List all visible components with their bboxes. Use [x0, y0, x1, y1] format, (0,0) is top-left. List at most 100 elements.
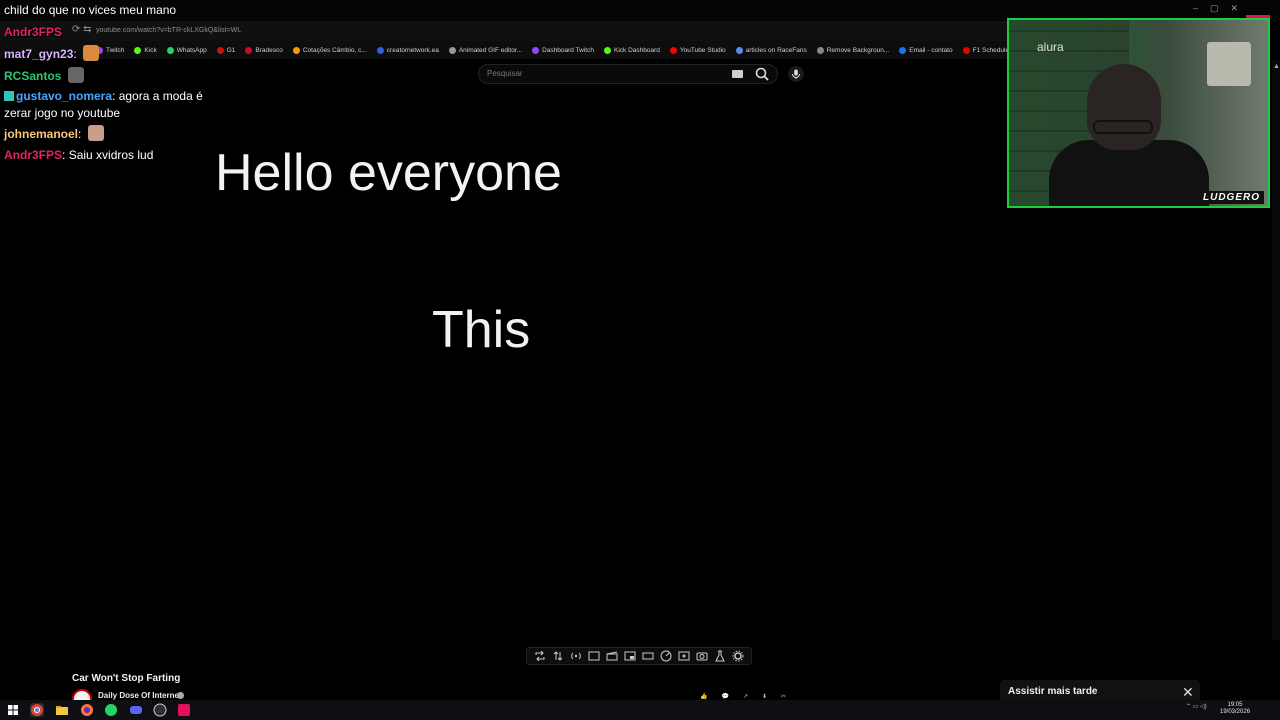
bookmark-label: YouTube Studio — [679, 46, 726, 54]
keyboard-icon[interactable] — [732, 70, 743, 78]
bookmark-label: F1 Schedule 2026 — [972, 46, 1010, 54]
add-to-queue-icon[interactable] — [677, 649, 691, 663]
chrome-taskbar-item[interactable] — [30, 703, 44, 717]
chrome-icon — [31, 704, 43, 716]
verified-icon — [177, 692, 184, 699]
kick-icon — [134, 46, 142, 54]
windows-taskbar — [0, 700, 1280, 720]
bookmark-label: Cotações Câmbio, c... — [302, 46, 367, 54]
bookmark-item[interactable]: creatornetwork.ea — [376, 46, 439, 54]
webcam-overlay: alura LUDGERO — [1007, 18, 1270, 208]
bookmark-label: Bradesco — [255, 46, 283, 54]
page-scrollbar[interactable] — [1272, 60, 1280, 640]
player-controls — [526, 647, 752, 665]
bookmark-item[interactable]: Twitch — [96, 46, 124, 54]
theater-icon[interactable] — [641, 649, 655, 663]
bookmark-item[interactable]: WhatsApp — [166, 46, 207, 54]
bookmark-item[interactable]: G1 — [216, 46, 235, 54]
screenshot-icon[interactable] — [587, 649, 601, 663]
video-caption-line-2: This — [432, 301, 531, 359]
chat-username: Andr3FPS — [4, 148, 63, 162]
bookmark-label: Remove Backgroun... — [826, 46, 890, 54]
clapper-icon[interactable] — [605, 649, 619, 663]
ea-icon — [376, 46, 384, 54]
retro-monitor — [1207, 42, 1251, 86]
emote-icon — [83, 45, 100, 61]
gear-icon[interactable] — [731, 649, 745, 663]
share-icon[interactable]: ↗ — [743, 693, 748, 700]
like-icon[interactable]: 👍 — [700, 693, 707, 700]
comment-icon[interactable]: 💬 — [721, 693, 728, 700]
sort-icon[interactable] — [551, 649, 565, 663]
microphone-icon[interactable] — [788, 66, 804, 82]
bookmark-item[interactable]: YouTube Studio — [669, 46, 726, 54]
close-icon[interactable]: ✕ — [1182, 684, 1194, 701]
bookmark-item[interactable]: Animated GIF editor... — [448, 46, 523, 54]
chat-username: RCSantos — [4, 69, 62, 83]
clip-icon[interactable]: ✂ — [781, 693, 786, 700]
taskbar-clock[interactable]: 19:05 19/03/2026 — [1220, 702, 1250, 716]
address-url[interactable]: youtube.com/watch?v=bTR-ckLXGkQ&list=WL — [96, 27, 241, 34]
remove-bg-icon — [816, 46, 824, 54]
system-tray[interactable]: ⌃ ▭ ◁) — [1186, 703, 1207, 710]
chat-username: Andr3FPS — [4, 25, 63, 39]
bookmark-item[interactable]: Remove Backgroun... — [816, 46, 890, 54]
chat-message: gustavo_nomera: agora a moda é zerar jog… — [4, 89, 203, 120]
chat-username: mat7_gyn23 — [4, 47, 74, 61]
toast-text: Assistir mais tarde — [1008, 686, 1098, 697]
bookmark-label: Kick Dashboard — [613, 46, 660, 54]
miniplayer-icon[interactable] — [623, 649, 637, 663]
bookmark-label: Animated GIF editor... — [458, 46, 523, 54]
bookmark-label: creatornetwork.ea — [386, 46, 439, 54]
download-icon[interactable]: ⬇ — [762, 693, 767, 700]
video-action-row: 👍 💬 ↗ ⬇ ✂ — [700, 693, 786, 700]
bookmark-item[interactable]: Email - contato — [899, 46, 953, 54]
video-title[interactable]: Car Won't Stop Farting — [72, 673, 180, 684]
speed-icon[interactable] — [659, 649, 673, 663]
camera-icon[interactable] — [695, 649, 709, 663]
whatsapp-icon — [166, 46, 174, 54]
clock-date: 19/03/2026 — [1220, 709, 1251, 715]
chat-username: gustavo_nomera — [16, 89, 113, 103]
chat-message: johnemanoel: — [4, 125, 104, 143]
obs-icon[interactable] — [153, 703, 167, 717]
firefox-icon[interactable] — [80, 703, 94, 717]
bookmark-item[interactable]: Kick — [134, 46, 157, 54]
bookmark-item[interactable]: Bradesco — [245, 46, 283, 54]
streamer-head — [1087, 64, 1161, 150]
streamer-body — [1049, 140, 1209, 206]
folder-icon[interactable] — [55, 703, 69, 717]
scroll-up-arrow-icon[interactable]: ▲ — [1273, 63, 1280, 70]
chat-message: RCSantos — [4, 67, 84, 85]
bradesco-icon — [245, 46, 253, 54]
bookmark-item[interactable]: F1 Schedule 2026 — [962, 46, 1010, 54]
bookmark-item[interactable]: articles on RaceFans — [735, 46, 807, 54]
clock-time: 19:05 — [1227, 702, 1243, 708]
flask-icon[interactable] — [713, 649, 727, 663]
video-caption-line-1: Hello everyone — [215, 144, 562, 202]
subscriber-badge-icon — [4, 91, 14, 101]
bookmark-item[interactable]: Cotações Câmbio, c... — [292, 46, 367, 54]
app-pink-icon[interactable] — [177, 703, 191, 717]
emote-icon — [67, 67, 84, 83]
address-bar[interactable]: ⟳ ⇆ youtube.com/watch?v=bTR-ckLXGkQ&list… — [0, 21, 1010, 41]
bookmarks-bar: Twitch Kick WhatsApp G1 Bradesco Cotações Câm… — [0, 41, 1010, 59]
bookmark-label: Dashboard Twitch — [542, 46, 594, 54]
loop-icon[interactable] — [533, 649, 547, 663]
discord-icon[interactable] — [129, 703, 143, 717]
chat-username: johnemanoel — [4, 127, 79, 141]
bookmark-item[interactable]: Dashboard Twitch — [532, 46, 594, 54]
search-box[interactable] — [478, 64, 778, 84]
whatsapp-icon[interactable] — [104, 703, 118, 717]
search-icon[interactable] — [755, 67, 769, 81]
window-controls[interactable]: –▢✕ — [1193, 3, 1250, 14]
bookmark-item[interactable]: Kick Dashboard — [603, 46, 660, 54]
bookmark-label: Kick — [144, 46, 157, 54]
search-input[interactable] — [487, 69, 717, 78]
kick-icon — [603, 46, 611, 54]
broadcast-icon[interactable] — [569, 649, 583, 663]
windows-start-icon[interactable] — [6, 703, 20, 717]
channel-name[interactable]: Daily Dose Of Internet — [98, 691, 182, 700]
glasses — [1093, 120, 1153, 134]
chat-message: Andr3FPS — [4, 24, 62, 41]
